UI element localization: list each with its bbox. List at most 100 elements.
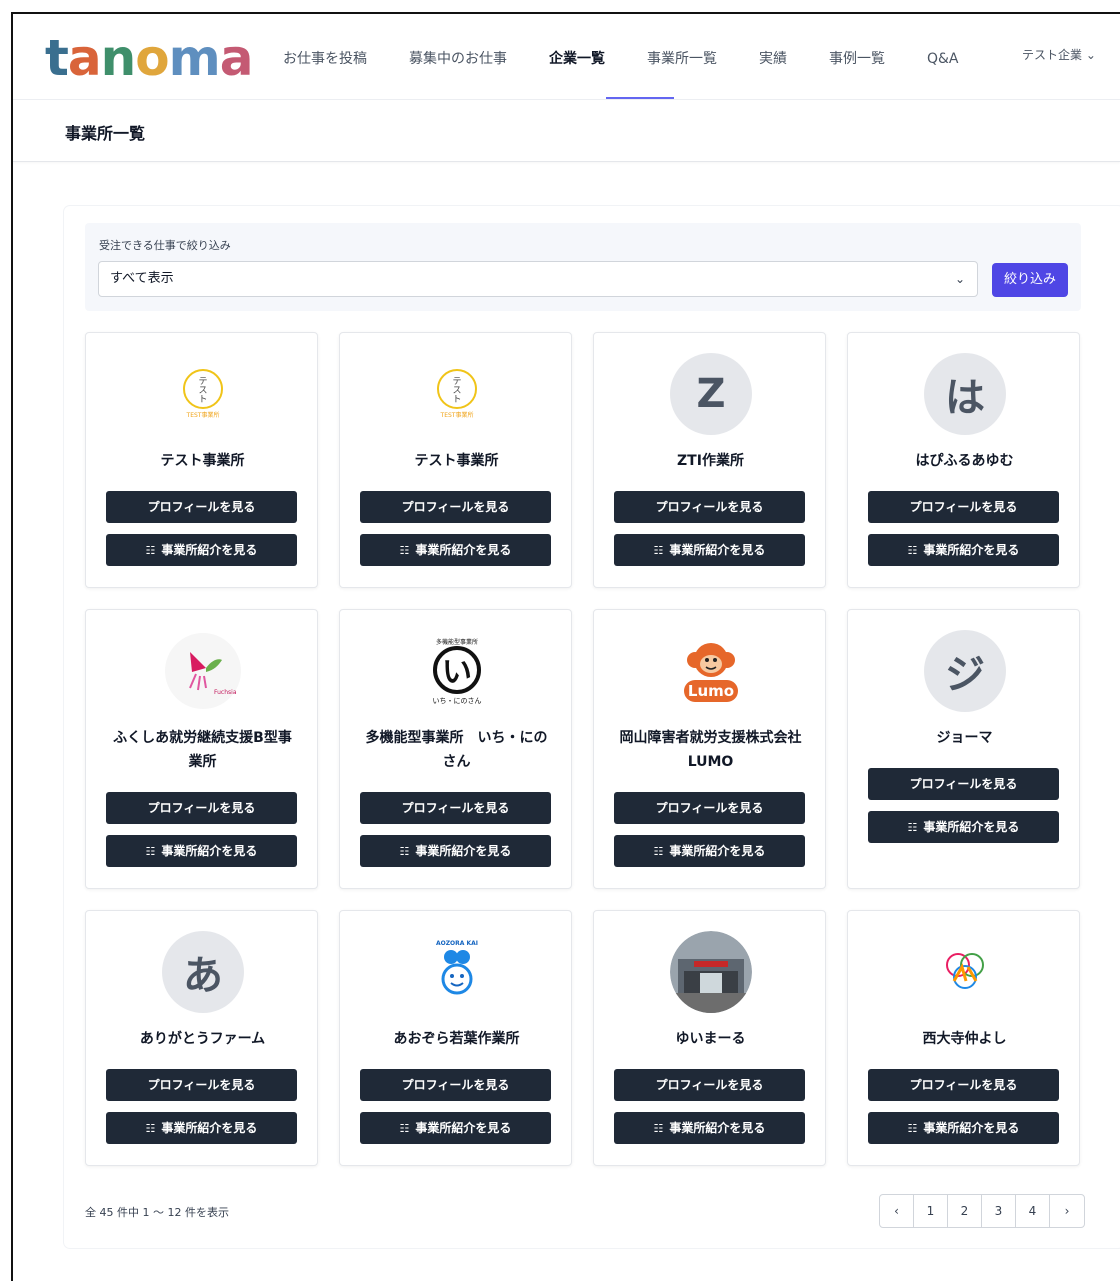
office-card: 西大寺仲よし プロフィールを見る ☷ 事業所紹介を見る — [847, 910, 1080, 1166]
office-avatar: Z — [670, 353, 752, 435]
view-profile-button[interactable]: プロフィールを見る — [106, 1069, 297, 1101]
view-office-intro-button[interactable]: ☷ 事業所紹介を見る — [106, 1112, 297, 1144]
next-page-button[interactable]: › — [1050, 1195, 1084, 1227]
svg-text:TEST事業所: TEST事業所 — [186, 411, 220, 419]
view-profile-label: プロフィールを見る — [655, 801, 764, 815]
chevron-down-icon: ⌄ — [954, 272, 965, 286]
view-profile-button[interactable]: プロフィールを見る — [360, 792, 551, 824]
office-name: ゆいまーる — [675, 1031, 746, 1047]
office-name: はぴふるあゆむ — [915, 453, 1014, 469]
view-profile-button[interactable]: プロフィールを見る — [360, 1069, 551, 1101]
page-header: 事業所一覧 — [13, 100, 1120, 162]
document-icon: ☷ — [653, 544, 664, 557]
filter-button[interactable]: 絞り込み — [992, 263, 1068, 297]
office-name: テスト事業所 — [160, 453, 245, 469]
office-logo: AOZORA KAI — [416, 931, 498, 1013]
svg-text:ト: ト — [452, 395, 461, 405]
view-profile-button[interactable]: プロフィールを見る — [106, 491, 297, 523]
office-name: ジョーマ — [936, 730, 993, 746]
view-profile-button[interactable]: プロフィールを見る — [868, 491, 1059, 523]
filter-box: 受注できる仕事で絞り込み すべて表示 ⌄ 絞り込み — [85, 223, 1081, 311]
top-navbar: tanoma お仕事を投稿 募集中のお仕事 企業一覧 事業所一覧 実績 事例一覧… — [13, 14, 1120, 100]
view-office-intro-button[interactable]: ☷ 事業所紹介を見る — [360, 1112, 551, 1144]
view-office-intro-label: 事業所紹介を見る — [415, 844, 512, 858]
office-card: テスト TEST事業所テスト事業所プロフィールを見る ☷ 事業所紹介を見る — [85, 332, 318, 588]
active-nav-indicator — [606, 97, 674, 99]
office-card: Z ZTI作業所 プロフィールを見る ☷ 事業所紹介を見る — [593, 332, 826, 588]
document-icon: ☷ — [907, 544, 918, 557]
view-office-intro-button[interactable]: ☷ 事業所紹介を見る — [614, 835, 805, 867]
view-profile-button[interactable]: プロフィールを見る — [360, 491, 551, 523]
nav-offices[interactable]: 事業所一覧 — [647, 44, 717, 74]
view-profile-button[interactable]: プロフィールを見る — [614, 491, 805, 523]
office-logo: テスト TEST事業所 — [416, 353, 498, 435]
page-3-button[interactable]: 3 — [982, 1195, 1016, 1227]
office-name: 多機能型事業所 いち・にのさん — [365, 730, 548, 770]
view-office-intro-label: 事業所紹介を見る — [923, 1121, 1020, 1135]
user-menu[interactable]: テスト企業 ⌄ — [1022, 46, 1096, 63]
page-1-button[interactable]: 1 — [914, 1195, 948, 1227]
office-card: テスト TEST事業所 テスト事業所 プロフィールを見る ☷ 事業所紹介を見る — [339, 332, 572, 588]
view-profile-label: プロフィールを見る — [147, 801, 256, 815]
view-office-intro-button[interactable]: ☷ 事業所紹介を見る — [868, 534, 1059, 566]
document-icon: ☷ — [399, 544, 410, 557]
job-filter-select[interactable]: すべて表示 ⌄ — [98, 261, 978, 297]
view-office-intro-button[interactable]: ☷ 事業所紹介を見る — [614, 1112, 805, 1144]
view-office-intro-button[interactable]: ☷ 事業所紹介を見る — [360, 835, 551, 867]
office-card: Fuchsia ふくしあ就労継続支援B型事業所 プロフィールを見る ☷ 事業所紹介を見る — [85, 609, 318, 889]
office-name: 岡山障害者就労支援株式会社LUMO — [619, 730, 802, 770]
nav-qa[interactable]: Q&A — [927, 44, 959, 74]
view-office-intro-button[interactable]: ☷ 事業所紹介を見る — [868, 1112, 1059, 1144]
office-logo: Lumo — [670, 630, 752, 712]
svg-text:Lumo: Lumo — [688, 682, 734, 700]
nav-cases[interactable]: 事例一覧 — [829, 44, 885, 74]
main-nav: お仕事を投稿 募集中のお仕事 企業一覧 事業所一覧 実績 事例一覧 Q&A — [283, 44, 959, 74]
user-menu-label: テスト企業 — [1022, 48, 1083, 62]
view-profile-label: プロフィールを見る — [401, 500, 510, 514]
nav-results[interactable]: 実績 — [759, 44, 787, 74]
view-office-intro-label: 事業所紹介を見る — [669, 1121, 766, 1135]
nav-post-job[interactable]: お仕事を投稿 — [283, 44, 367, 74]
view-office-intro-label: 事業所紹介を見る — [161, 844, 258, 858]
view-profile-button[interactable]: プロフィールを見る — [868, 768, 1059, 800]
view-profile-button[interactable]: プロフィールを見る — [106, 792, 297, 824]
office-name: 西大寺仲よし — [922, 1031, 1007, 1047]
office-logo: Fuchsia — [162, 630, 244, 712]
document-icon: ☷ — [653, 1122, 664, 1135]
filter-label: 受注できる仕事で絞り込み — [99, 239, 231, 252]
chevron-down-icon: ⌄ — [1085, 48, 1096, 62]
office-logo: テスト TEST事業所 — [162, 353, 244, 435]
view-office-intro-button[interactable]: ☷ 事業所紹介を見る — [106, 835, 297, 867]
view-office-intro-label: 事業所紹介を見る — [161, 543, 258, 557]
view-office-intro-label: 事業所紹介を見る — [923, 543, 1020, 557]
view-office-intro-label: 事業所紹介を見る — [415, 543, 512, 557]
tanoma-logo[interactable]: tanoma — [45, 28, 253, 88]
office-card: あありがとうファーム プロフィールを見る ☷ 事業所紹介を見る — [85, 910, 318, 1166]
view-profile-button[interactable]: プロフィールを見る — [614, 1069, 805, 1101]
view-profile-label: プロフィールを見る — [655, 1078, 764, 1092]
view-office-intro-button[interactable]: ☷ 事業所紹介を見る — [106, 534, 297, 566]
office-card: い 多機能型事業所 いち・にのさん 多機能型事業所 いち・にのさん プロフィールを見る ☷… — [339, 609, 572, 889]
page-2-button[interactable]: 2 — [948, 1195, 982, 1227]
view-profile-label: プロフィールを見る — [909, 777, 1018, 791]
office-card: ジジョーマ プロフィールを見る ☷ 事業所紹介を見る — [847, 609, 1080, 889]
view-office-intro-button[interactable]: ☷ 事業所紹介を見る — [360, 534, 551, 566]
view-profile-label: プロフィールを見る — [909, 1078, 1018, 1092]
view-office-intro-label: 事業所紹介を見る — [923, 820, 1020, 834]
svg-text:い: い — [442, 655, 472, 690]
office-card: Lumo 岡山障害者就労支援株式会社LUMO プロフィールを見る ☷ 事業所紹介を見る — [593, 609, 826, 889]
document-icon: ☷ — [399, 845, 410, 858]
office-avatar: あ — [162, 931, 244, 1013]
app-frame: tanoma お仕事を投稿 募集中のお仕事 企業一覧 事業所一覧 実績 事例一覧… — [11, 12, 1120, 1281]
prev-page-button[interactable]: ‹ — [880, 1195, 914, 1227]
page-4-button[interactable]: 4 — [1016, 1195, 1050, 1227]
office-card: ゆいまーるプロフィールを見る ☷ 事業所紹介を見る — [593, 910, 826, 1166]
nav-companies[interactable]: 企業一覧 — [549, 44, 605, 74]
view-office-intro-button[interactable]: ☷ 事業所紹介を見る — [614, 534, 805, 566]
view-profile-button[interactable]: プロフィールを見る — [868, 1069, 1059, 1101]
view-office-intro-button[interactable]: ☷ 事業所紹介を見る — [868, 811, 1059, 843]
svg-text:いち・にのさん: いち・にのさん — [433, 697, 482, 705]
nav-open-jobs[interactable]: 募集中のお仕事 — [409, 44, 507, 74]
view-profile-button[interactable]: プロフィールを見る — [614, 792, 805, 824]
office-logo — [670, 931, 752, 1013]
